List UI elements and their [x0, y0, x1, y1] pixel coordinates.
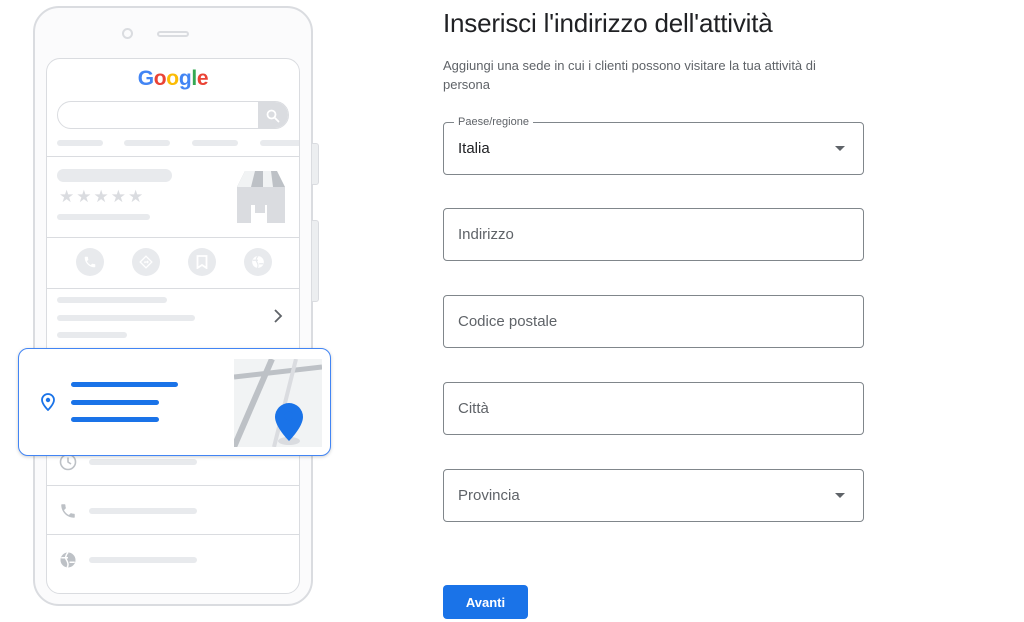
address-line-placeholder — [71, 400, 159, 405]
logo-letter: o — [166, 67, 179, 90]
country-label: Paese/regione — [454, 115, 533, 129]
bookmark-icon — [188, 248, 216, 276]
chevron-right-icon — [273, 305, 283, 327]
address-line-placeholder — [71, 417, 159, 422]
divider — [47, 534, 299, 535]
info-line-placeholder — [57, 297, 167, 303]
city-input[interactable]: Città — [443, 382, 864, 435]
province-placeholder: Provincia — [458, 487, 520, 504]
dropdown-arrow-icon — [835, 146, 845, 151]
tab-placeholder — [124, 140, 170, 146]
address-input[interactable]: Indirizzo — [443, 208, 864, 261]
info-line-placeholder — [57, 332, 127, 338]
phone-camera — [122, 28, 133, 39]
address-placeholder: Indirizzo — [458, 226, 514, 243]
dropdown-arrow-icon — [835, 493, 845, 498]
tab-placeholder — [260, 140, 299, 146]
info-line-placeholder — [57, 315, 195, 321]
postal-code-placeholder: Codice postale — [458, 313, 558, 330]
globe-icon — [59, 551, 77, 569]
rating-stars: ★★★★★ — [59, 187, 146, 206]
logo-letter: o — [153, 67, 167, 90]
directions-icon — [132, 248, 160, 276]
hours-line-placeholder — [89, 459, 197, 465]
logo-letter: e — [196, 67, 209, 90]
next-button[interactable]: Avanti — [443, 585, 528, 619]
illustration-search-bar — [57, 101, 289, 129]
logo-letter: G — [137, 67, 154, 90]
divider — [47, 288, 299, 289]
page-subtitle: Aggiungi una sede in cui i clienti posso… — [443, 58, 816, 92]
business-detail-placeholder — [57, 214, 150, 220]
logo-letter: g — [178, 67, 192, 90]
address-line-placeholder — [71, 382, 178, 387]
city-placeholder: Città — [458, 400, 489, 417]
page-title: Inserisci l'indirizzo dell'attività — [443, 8, 773, 38]
country-value: Italia — [458, 140, 490, 157]
location-pin-icon — [41, 393, 55, 416]
google-logo: Google — [47, 67, 299, 91]
phone-side-button — [311, 220, 319, 302]
divider — [47, 485, 299, 486]
phone-speaker — [157, 31, 189, 37]
map-thumbnail — [234, 359, 322, 447]
website-line-placeholder — [89, 557, 197, 563]
globe-icon — [244, 248, 272, 276]
business-name-placeholder — [57, 169, 172, 182]
country-select[interactable]: Paese/regione Italia — [443, 115, 864, 175]
tab-placeholder — [57, 140, 103, 146]
province-select[interactable]: Provincia — [443, 469, 864, 522]
phone-screen: Google ★★★★★ — [46, 58, 300, 594]
postal-code-input[interactable]: Codice postale — [443, 295, 864, 348]
phone-icon — [59, 502, 77, 520]
phone-icon — [76, 248, 104, 276]
search-icon — [258, 102, 288, 128]
phone-side-button — [311, 143, 319, 185]
divider — [47, 237, 299, 238]
tab-placeholder — [192, 140, 238, 146]
phone-line-placeholder — [89, 508, 197, 514]
location-card-illustration — [18, 348, 331, 456]
divider — [47, 156, 299, 157]
storefront-icon — [233, 169, 289, 230]
